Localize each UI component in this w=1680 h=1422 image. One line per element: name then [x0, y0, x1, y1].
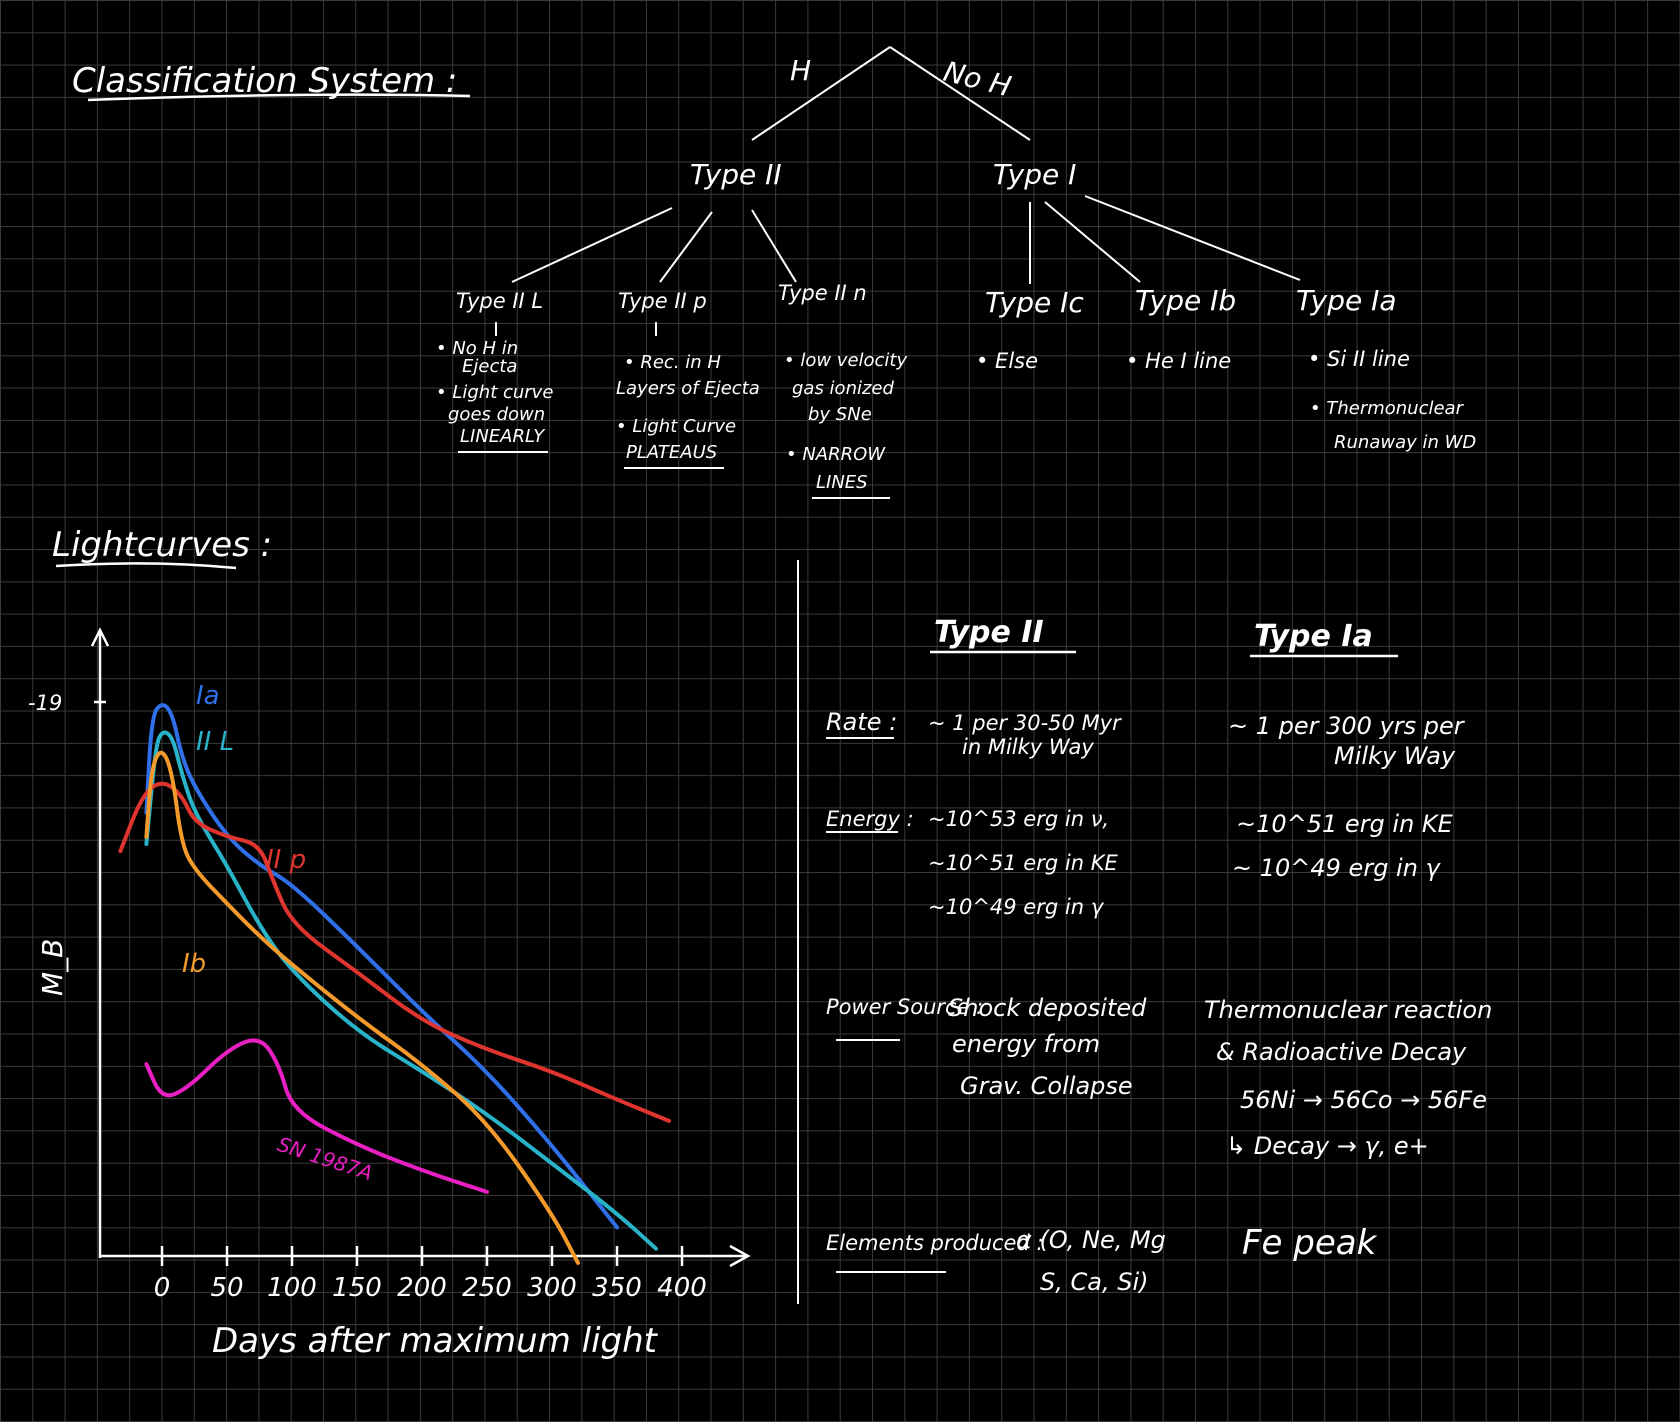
svg-text:~ 10^49 erg in γ: ~ 10^49 erg in γ [1232, 854, 1442, 882]
x-tick-label: 150 [332, 1273, 382, 1303]
x-tick-label: 300 [527, 1273, 577, 1303]
series-lines [118, 703, 671, 1265]
tree-type2: Type II [690, 158, 782, 191]
svg-text:• Thermonuclear: • Thermonuclear [1310, 398, 1465, 419]
row-elements-label: Elements produced : [826, 1231, 1044, 1255]
svg-text:PLATEAUS: PLATEAUS [626, 442, 717, 463]
svg-text:LINES: LINES [816, 472, 868, 493]
svg-text:• Light curve: • Light curve [436, 382, 553, 403]
svg-text:α (O, Ne, Mg: α (O, Ne, Mg [1016, 1226, 1166, 1254]
x-tick-label: 50 [210, 1273, 243, 1303]
leaf-type2l: Type II L [456, 289, 543, 313]
row-energy-label: Energy : [826, 807, 914, 831]
svg-text:in Milky Way: in Milky Way [962, 735, 1094, 759]
x-axis-label: Days after maximum light [212, 1321, 659, 1361]
svg-text:goes down: goes down [448, 404, 545, 425]
col-type2-header: Type II [934, 615, 1044, 650]
col-type1a-header: Type Ia [1254, 619, 1373, 654]
leaf-type1a: Type Ia [1296, 284, 1397, 317]
svg-text:• Rec. in H: • Rec. in H [624, 352, 721, 373]
notes-type1c: • Else [976, 349, 1038, 373]
lightcurves-title: Lightcurves : [52, 525, 272, 565]
series-label-ib: Ib [182, 949, 206, 979]
svg-text:Layers of Ejecta: Layers of Ejecta [616, 378, 760, 399]
svg-text:Ejecta: Ejecta [462, 356, 517, 377]
svg-text:gas ionized: gas ionized [792, 378, 895, 399]
tree-no-h-label: No H [940, 55, 1014, 103]
notes-type2l: • No H in Ejecta • Light curve goes down… [436, 338, 553, 453]
svg-text:Grav. Collapse: Grav. Collapse [960, 1072, 1133, 1100]
svg-text:~10^51 erg in KE: ~10^51 erg in KE [1236, 810, 1454, 838]
svg-text:Fe peak: Fe peak [1242, 1223, 1378, 1263]
svg-text:56Ni → 56Co → 56Fe: 56Ni → 56Co → 56Fe [1240, 1086, 1487, 1114]
y-axis-label: M_B [36, 939, 69, 996]
svg-text:• Si II line: • Si II line [1308, 347, 1410, 371]
svg-text:LINEARLY: LINEARLY [460, 426, 546, 447]
y-tick-label: -19 [28, 691, 62, 715]
leaf-type2n: Type II n [778, 281, 867, 305]
notes-type2p: • Rec. in H Layers of Ejecta • Light Cur… [616, 352, 760, 469]
svg-text:& Radioactive Decay: & Radioactive Decay [1216, 1038, 1467, 1066]
series-labels: Ia II L II p Ib SN 1987A [182, 681, 376, 1185]
tree-type1: Type I [993, 158, 1076, 191]
series-label-ii-p: II p [266, 845, 306, 875]
svg-text:• Light Curve: • Light Curve [616, 416, 736, 437]
series-line-sn-1987a [144, 1038, 489, 1194]
x-tick-label: 0 [154, 1273, 171, 1303]
svg-text:by SNe: by SNe [808, 404, 872, 425]
svg-text:Shock deposited: Shock deposited [948, 994, 1147, 1022]
leaf-type1b: Type Ib [1135, 284, 1236, 317]
svg-text:energy from: energy from [952, 1030, 1100, 1058]
series-label-ia: Ia [196, 681, 220, 711]
svg-text:~ 1 per 300 yrs per: ~ 1 per 300 yrs per [1228, 712, 1466, 740]
svg-text:S, Ca, Si): S, Ca, Si) [1040, 1268, 1148, 1296]
svg-text:↳ Decay → γ, e+: ↳ Decay → γ, e+ [1226, 1132, 1429, 1160]
x-tick-label: 350 [592, 1273, 642, 1303]
notes-type2n: • low velocity gas ionized by SNe • NARR… [784, 350, 907, 499]
svg-text:~10^51 erg in KE: ~10^51 erg in KE [928, 851, 1118, 875]
lightcurve-chart: -19 M_B Days after maximum light 0 50 100 1… [28, 627, 751, 1361]
svg-text:~ 1 per 30-50 Myr: ~ 1 per 30-50 Myr [928, 711, 1122, 735]
svg-text:~10^49 erg in γ: ~10^49 erg in γ [928, 895, 1105, 919]
svg-text:~10^53 erg in ν,: ~10^53 erg in ν, [928, 807, 1109, 831]
series-label-sn-1987a: SN 1987A [274, 1132, 375, 1185]
x-tick-label: 250 [462, 1273, 512, 1303]
leaf-type2p: Type II p [618, 289, 707, 313]
svg-text:Runaway in WD: Runaway in WD [1334, 432, 1476, 453]
svg-text:• low velocity: • low velocity [784, 350, 907, 371]
row-rate-label: Rate : [826, 708, 897, 736]
series-line-ia [144, 703, 619, 1230]
notes-canvas: Classification System : H No H Type II T… [28, 46, 1492, 1361]
comparison-table: Type II Type Ia Rate : ~ 1 per 30-50 Myr… [826, 615, 1492, 1296]
x-tick-label: 100 [267, 1273, 317, 1303]
svg-text:• NARROW: • NARROW [786, 444, 886, 465]
notes-type1a: • Si II line • Thermonuclear Runaway in … [1308, 347, 1476, 453]
leaf-type1c: Type Ic [985, 286, 1084, 319]
x-tick-label: 400 [657, 1273, 707, 1303]
tree-h-label: H [790, 54, 811, 87]
x-tick-label: 200 [397, 1273, 447, 1303]
x-ticks: 0 50 100 150 200 250 300 350 400 [154, 1246, 707, 1303]
notes-type1b: • He I line [1126, 349, 1231, 373]
svg-text:Milky Way: Milky Way [1334, 742, 1456, 770]
svg-text:Thermonuclear reaction: Thermonuclear reaction [1204, 996, 1492, 1024]
series-label-ii-l: II L [196, 727, 234, 757]
